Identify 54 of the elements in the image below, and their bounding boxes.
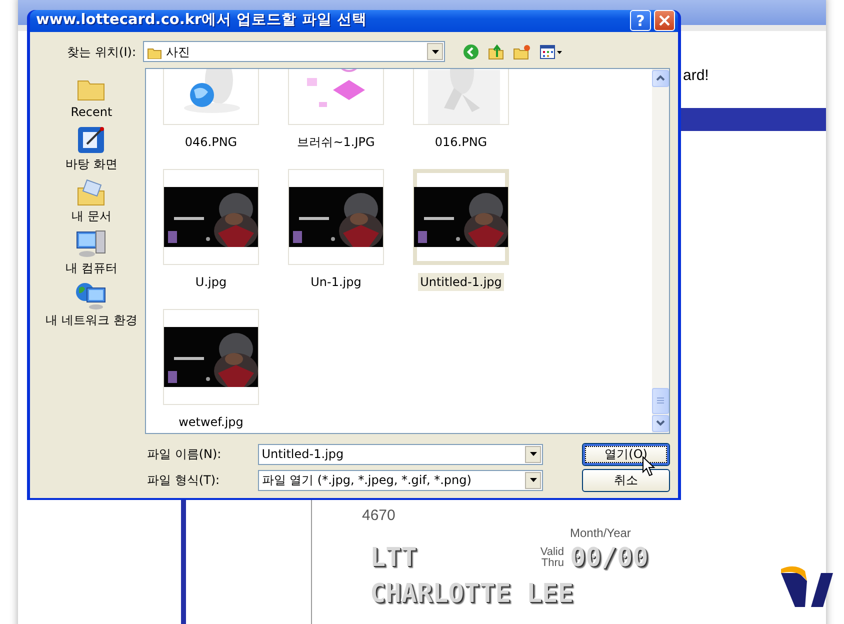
scrollbar-thumb[interactable] (652, 388, 669, 414)
card-number: 4670 (362, 506, 396, 526)
expiry-caption: Month/Year (570, 524, 631, 542)
file-item[interactable]: Untitled-1.jpg (413, 168, 509, 291)
expiry-date: 00/00 (570, 544, 648, 570)
file-name-label: 046.PNG (184, 134, 238, 151)
file-item[interactable]: 016.PNG (413, 68, 509, 151)
cancel-button[interactable]: 취소 (582, 468, 670, 492)
file-item[interactable]: Un-1.jpg (288, 168, 384, 291)
file-name-label: 파일 이름(N): (147, 446, 222, 464)
file-item[interactable]: 046.PNG (163, 68, 259, 151)
page-heading: ard! (683, 66, 709, 86)
file-type-dropdown[interactable]: 파일 열기 (*.jpg, *.jpeg, *.gif, *.png) (258, 470, 544, 491)
views-menu-icon[interactable] (540, 44, 562, 59)
places-item[interactable]: 내 문서 (72, 176, 112, 226)
file-name-label: Un-1.jpg (310, 274, 362, 291)
help-button[interactable]: ? (630, 10, 651, 32)
cardholder-name: CHARLOTTE LEE (370, 580, 574, 606)
up-folder-icon[interactable] (488, 44, 504, 60)
dropdown-button[interactable] (525, 472, 542, 489)
look-in-dropdown[interactable]: 사진 (143, 41, 445, 62)
file-name-label: wetwef.jpg (178, 414, 244, 431)
file-item[interactable]: U.jpg (163, 168, 259, 291)
dropdown-button[interactable] (427, 43, 443, 60)
close-icon (659, 15, 670, 26)
open-button[interactable]: 열기(O) (582, 442, 670, 466)
back-icon[interactable] (463, 44, 479, 60)
file-name-field[interactable]: Untitled-1.jpg (258, 444, 544, 465)
file-type-label: 파일 형식(T): (147, 472, 221, 490)
close-button[interactable] (654, 10, 675, 32)
valid-thru-label: Valid Thru (539, 546, 564, 568)
file-name-label: 016.PNG (434, 134, 488, 151)
caret-icon (530, 452, 537, 456)
dialog-title: www.lottecard.co.kr에서 업로드할 파일 선택 (36, 11, 368, 30)
file-item[interactable]: 브러쉬~1.JPG (288, 68, 384, 151)
computer-icon (75, 228, 108, 259)
file-name-label: U.jpg (194, 274, 228, 291)
look-in-label: 찾는 위치(I): (66, 44, 137, 61)
caret-icon (530, 478, 537, 482)
places-item[interactable]: Recent (70, 72, 112, 122)
caret-icon (432, 50, 438, 54)
places-item[interactable]: 내 컴퓨터 (66, 228, 118, 278)
scroll-up-button[interactable] (652, 70, 669, 87)
file-name-label: Untitled-1.jpg (418, 272, 504, 291)
dropdown-button[interactable] (525, 446, 542, 463)
scrollbar[interactable] (652, 68, 669, 433)
file-item[interactable]: wetwef.jpg (163, 308, 259, 431)
new-folder-icon[interactable] (513, 44, 531, 60)
places-item[interactable]: 내 네트워크 환경 (46, 280, 138, 330)
card-line: LTT (370, 544, 418, 570)
file-name-label: 브러쉬~1.JPG (296, 134, 376, 151)
scroll-down-button[interactable] (652, 414, 669, 432)
grip-icon (657, 397, 664, 404)
places-item[interactable]: 바탕 화면 (66, 124, 118, 174)
